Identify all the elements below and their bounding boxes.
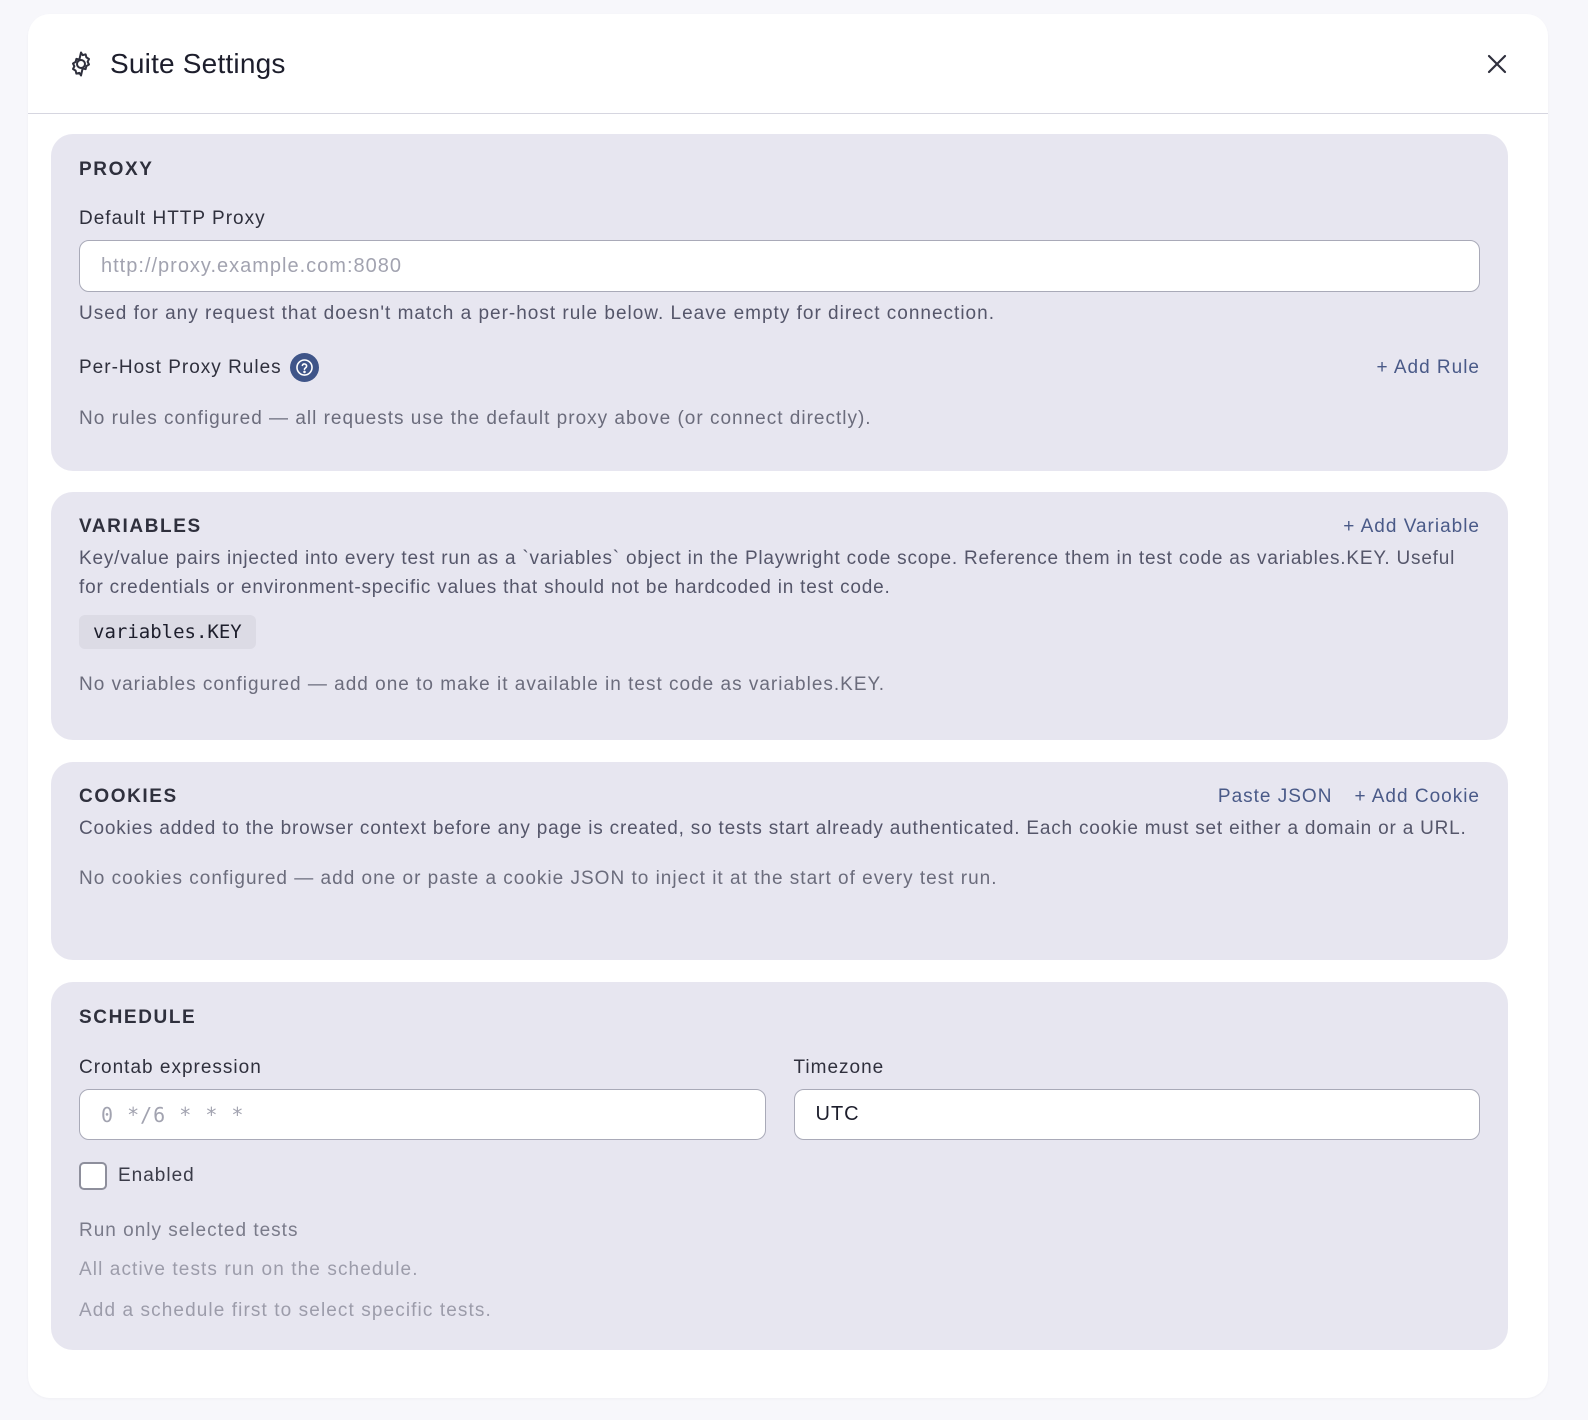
default-proxy-label: Default HTTP Proxy [79,208,266,229]
enabled-row: Enabled [79,1162,1480,1190]
timezone-input[interactable] [793,1089,1480,1140]
default-proxy-help: Used for any request that doesn't match … [79,303,995,324]
crontab-label: Crontab expression [79,1057,262,1078]
modal-title: Suite Settings [110,47,286,79]
gear-icon [66,49,96,79]
proxy-section: PROXY Default HTTP Proxy Used for any re… [51,134,1508,471]
add-cookie-button[interactable]: + Add Cookie [1354,786,1480,808]
cookies-actions: Paste JSON + Add Cookie [1218,786,1480,808]
proxy-section-title: PROXY [79,159,154,180]
question-circle-icon[interactable] [289,353,319,382]
run-selected-note: Add a schedule first to select specific … [79,1300,492,1321]
variables-section: VARIABLES + Add Variable Key/value pairs… [51,492,1508,740]
run-selected-label: Run only selected tests [79,1220,299,1241]
rules-empty-state: No rules configured — all requests use t… [79,408,872,429]
crontab-field: Crontab expression [79,1057,766,1140]
run-selected-help: All active tests run on the schedule. [79,1259,419,1280]
per-host-rules-label: Per-Host Proxy Rules [79,356,282,378]
enabled-checkbox[interactable] [79,1162,107,1190]
variables-code-wrap: variables.KEY [79,615,1480,649]
variables-section-title: VARIABLES [79,516,202,537]
timezone-label: Timezone [793,1057,885,1078]
variables-header: VARIABLES + Add Variable [79,516,1480,538]
cookies-section-title: COOKIES [79,786,178,807]
add-variable-button[interactable]: + Add Variable [1343,516,1480,538]
variables-description: Key/value pairs injected into every test… [79,548,1456,598]
add-rule-button[interactable]: + Add Rule [1377,357,1481,379]
paste-json-button[interactable]: Paste JSON [1218,786,1333,808]
variables-code-example: variables.KEY [79,615,256,649]
timezone-field: Timezone [793,1057,1480,1140]
suite-settings-modal: Suite Settings PROXY Default HTTP Proxy … [28,14,1548,1398]
default-proxy-input[interactable] [79,240,1480,292]
crontab-input[interactable] [79,1089,766,1140]
modal-header: Suite Settings [28,14,1548,114]
cookies-section: COOKIES Paste JSON + Add Cookie Cookies … [51,762,1508,960]
cookies-header: COOKIES Paste JSON + Add Cookie [79,786,1480,808]
schedule-fields-row: Crontab expression Timezone [79,1057,1480,1140]
cookies-description: Cookies added to the browser context bef… [79,818,1467,839]
variables-empty-state: No variables configured — add one to mak… [79,674,886,695]
schedule-section: SCHEDULE Crontab expression Timezone Ena… [51,982,1508,1350]
per-host-rules-label-group: Per-Host Proxy Rules [79,353,319,382]
per-host-rules-row: Per-Host Proxy Rules + Add Rule [79,353,1480,382]
enabled-label: Enabled [118,1165,195,1186]
schedule-section-title: SCHEDULE [79,1007,197,1028]
close-icon[interactable] [1482,49,1512,79]
cookies-empty-state: No cookies configured — add one or paste… [79,868,998,889]
